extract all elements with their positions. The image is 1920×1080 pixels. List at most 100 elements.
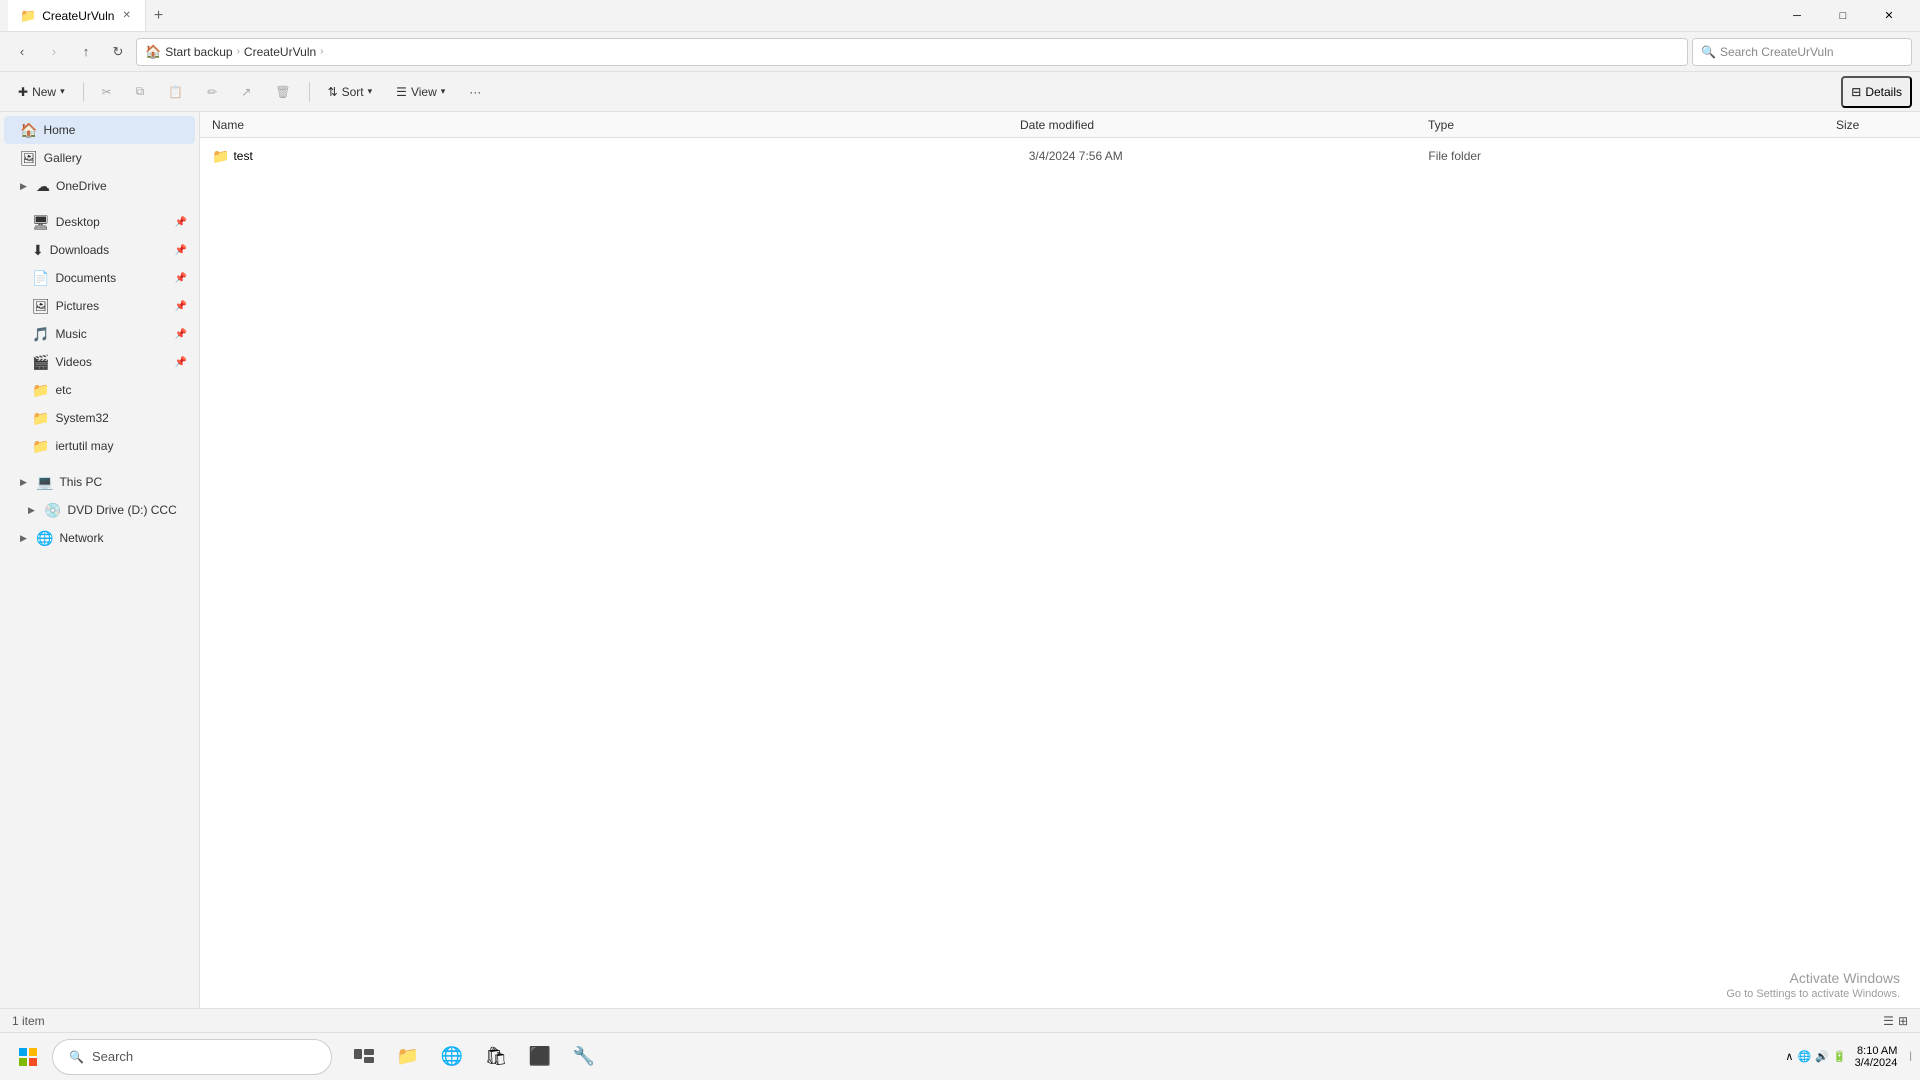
sidebar-item-desktop[interactable]: 🖥 Desktop 📌 <box>4 208 195 236</box>
minimize-button[interactable]: ─ <box>1774 0 1820 32</box>
taskbar-search-placeholder: Search <box>92 1049 133 1064</box>
forward-button[interactable]: › <box>40 38 68 66</box>
list-view-icon[interactable]: ☰ <box>1883 1014 1894 1028</box>
title-bar: 📁 CreateUrVuln ✕ + ─ □ ✕ <box>0 0 1920 32</box>
sidebar-item-downloads[interactable]: ⬇ Downloads 📌 <box>4 236 195 264</box>
copy-button[interactable]: ⧉ <box>126 76 155 108</box>
volume-tray-icon[interactable]: 🔊 <box>1815 1050 1829 1063</box>
new-icon: ✚ <box>18 85 28 99</box>
window-controls: ─ □ ✕ <box>1774 0 1912 32</box>
column-date-header[interactable]: Date modified <box>1016 118 1424 132</box>
file-explorer-taskbar-button[interactable]: 📁 <box>388 1037 428 1077</box>
network-expand-icon: ▶ <box>20 533 30 544</box>
sidebar-item-videos[interactable]: 🎬 Videos 📌 <box>4 348 195 376</box>
music-icon: 🎵 <box>32 326 49 343</box>
clock-date: 3/4/2024 <box>1855 1057 1898 1069</box>
close-button[interactable]: ✕ <box>1866 0 1912 32</box>
iertutil-folder-icon: 📁 <box>32 438 49 455</box>
dvddrive-icon: 💿 <box>44 502 61 519</box>
new-button[interactable]: ✚ New ▾ <box>8 76 75 108</box>
maximize-button[interactable]: □ <box>1820 0 1866 32</box>
edge-taskbar-button[interactable]: 🌐 <box>432 1037 472 1077</box>
sidebar-item-network[interactable]: ▶ 🌐 Network <box>4 524 195 552</box>
sidebar-item-dvddrive[interactable]: ▶ 💿 DVD Drive (D:) CCC <box>4 496 195 524</box>
clock-time: 8:10 AM <box>1857 1045 1897 1057</box>
sidebar-item-onedrive[interactable]: ▶ ☁ OneDrive <box>4 172 195 200</box>
content-area: Name Date modified Type Size 📁 test 3/4/… <box>200 112 1920 1008</box>
breadcrumb[interactable]: 🏠 Start backup › CreateUrVuln › <box>136 38 1688 66</box>
main-layout: 🏠 Home 🖼 Gallery ▶ ☁ OneDrive 🖥 Desktop … <box>0 112 1920 1008</box>
up-button[interactable]: ↑ <box>72 38 100 66</box>
sidebar-item-home[interactable]: 🏠 Home <box>4 116 195 144</box>
start-button[interactable] <box>8 1037 48 1077</box>
back-button[interactable]: ‹ <box>8 38 36 66</box>
share-button[interactable]: ↗ <box>231 76 261 108</box>
address-bar: ‹ › ↑ ↻ 🏠 Start backup › CreateUrVuln › … <box>0 32 1920 72</box>
sidebar-item-etc[interactable]: 📁 etc <box>4 376 195 404</box>
home-icon: 🏠 <box>20 122 37 139</box>
tray-arrow-icon[interactable]: ∧ <box>1785 1050 1793 1063</box>
taskbar-search-bar[interactable]: 🔍 Search <box>52 1039 332 1075</box>
sort-button[interactable]: ⇅ Sort ▾ <box>318 76 383 108</box>
taskbar-right: ∧ 🌐 🔊 🔋 8:10 AM 3/4/2024 | <box>1785 1045 1912 1069</box>
view-button[interactable]: ☰ View ▾ <box>386 76 455 108</box>
thispc-expand-icon: ▶ <box>20 477 30 488</box>
windows-logo-icon <box>18 1047 38 1067</box>
sidebar-item-thispc[interactable]: ▶ 💻 This PC <box>4 468 195 496</box>
taskbar-icons: 📁 🌐 🛍 ⬛ 🔧 <box>344 1037 604 1077</box>
desktop-pin-icon: 📌 <box>175 217 187 228</box>
breadcrumb-item-current[interactable]: CreateUrVuln <box>244 45 316 59</box>
column-name-header[interactable]: Name <box>208 118 1016 132</box>
new-tab-button[interactable]: + <box>146 7 171 25</box>
table-row[interactable]: 📁 test 3/4/2024 7:56 AM File folder <box>204 142 1916 170</box>
view-icon: ☰ <box>396 85 407 99</box>
downloads-icon: ⬇ <box>32 242 44 259</box>
system-clock[interactable]: 8:10 AM 3/4/2024 <box>1855 1045 1898 1069</box>
terminal-taskbar-button[interactable]: ⬛ <box>520 1037 560 1077</box>
sort-chevron-icon: ▾ <box>368 86 373 97</box>
file-type: File folder <box>1428 149 1824 163</box>
desktop-icon: 🖥 <box>32 214 50 231</box>
cut-button[interactable]: ✂ <box>92 76 122 108</box>
delete-button[interactable]: 🗑 <box>265 76 300 108</box>
refresh-button[interactable]: ↻ <box>104 38 132 66</box>
network-tray-icon[interactable]: 🌐 <box>1797 1050 1811 1063</box>
sidebar-item-music[interactable]: 🎵 Music 📌 <box>4 320 195 348</box>
tab-close-button[interactable]: ✕ <box>120 8 132 23</box>
search-placeholder: Search CreateUrVuln <box>1720 45 1834 59</box>
breadcrumb-sep-1: › <box>237 46 240 57</box>
status-right: ☰ ⊞ <box>1883 1014 1908 1028</box>
store-taskbar-button[interactable]: 🛍 <box>476 1037 516 1077</box>
sidebar-item-system32[interactable]: 📁 System32 <box>4 404 195 432</box>
column-type-header[interactable]: Type <box>1424 118 1832 132</box>
details-button[interactable]: ⊟ Details <box>1841 76 1912 108</box>
sidebar-item-gallery[interactable]: 🖼 Gallery <box>4 144 195 172</box>
onedrive-icon: ☁ <box>36 178 50 195</box>
show-desktop-button[interactable]: | <box>1905 1051 1912 1062</box>
task-view-button[interactable] <box>344 1037 384 1077</box>
sidebar-item-pictures[interactable]: 🖼 Pictures 📌 <box>4 292 195 320</box>
breadcrumb-item-start-backup[interactable]: Start backup <box>165 45 232 59</box>
active-tab[interactable]: 📁 CreateUrVuln ✕ <box>8 0 146 31</box>
search-bar[interactable]: 🔍 Search CreateUrVuln <box>1692 38 1912 66</box>
gallery-icon: 🖼 <box>20 150 38 167</box>
search-icon: 🔍 <box>1701 45 1716 59</box>
grid-view-icon[interactable]: ⊞ <box>1898 1014 1908 1028</box>
breadcrumb-home-icon: 🏠 <box>145 44 161 60</box>
rename-button[interactable]: ✏ <box>197 76 227 108</box>
details-icon: ⊟ <box>1851 85 1861 99</box>
app-taskbar-button[interactable]: 🔧 <box>564 1037 604 1077</box>
battery-tray-icon[interactable]: 🔋 <box>1833 1050 1847 1063</box>
pictures-icon: 🖼 <box>32 298 50 315</box>
more-button[interactable]: ··· <box>459 76 491 108</box>
paste-button[interactable]: 📋 <box>158 76 193 108</box>
item-count: 1 item <box>12 1014 45 1028</box>
sidebar-item-iertutil[interactable]: 📁 iertutil may <box>4 432 195 460</box>
file-list: 📁 test 3/4/2024 7:56 AM File folder <box>200 138 1920 1008</box>
column-size-header[interactable]: Size <box>1832 118 1912 132</box>
tab-label: CreateUrVuln <box>42 9 114 23</box>
sidebar-item-documents[interactable]: 📄 Documents 📌 <box>4 264 195 292</box>
taskbar-search-icon: 🔍 <box>69 1050 84 1064</box>
network-icon: 🌐 <box>36 530 53 547</box>
sidebar: 🏠 Home 🖼 Gallery ▶ ☁ OneDrive 🖥 Desktop … <box>0 112 200 1008</box>
